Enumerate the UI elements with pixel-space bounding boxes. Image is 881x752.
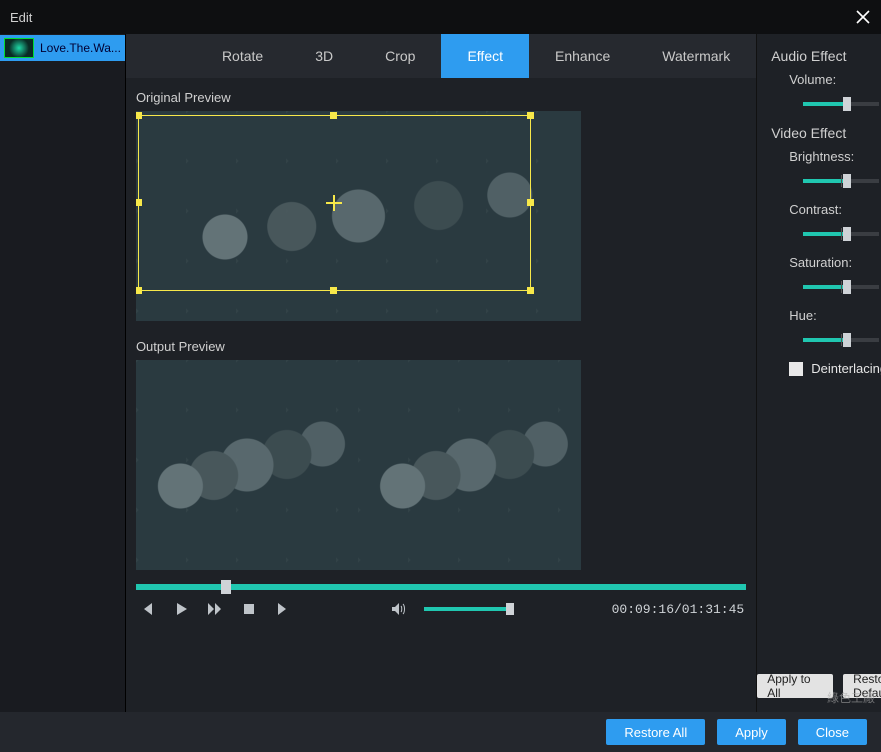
crop-handle[interactable] (330, 287, 337, 294)
contrast-label: Contrast: (789, 202, 881, 217)
apply-to-all-button[interactable]: Apply to All (757, 674, 833, 698)
saturation-label: Saturation: (789, 255, 881, 270)
crop-handle[interactable] (527, 199, 534, 206)
next-icon[interactable] (274, 600, 292, 618)
center-column: Rotate 3D Crop Effect Enhance Watermark … (126, 34, 756, 712)
effect-panel: Audio Effect Volume: 100% ▲▼ Video Effec… (756, 34, 881, 712)
brightness-slider[interactable] (803, 179, 879, 183)
prev-icon[interactable] (138, 600, 156, 618)
tab-effect[interactable]: Effect (441, 34, 529, 78)
file-thumbnail (4, 38, 34, 58)
volume-icon[interactable] (390, 600, 408, 618)
timeline[interactable] (136, 584, 746, 590)
slider-knob[interactable] (843, 333, 851, 347)
fast-forward-icon[interactable] (206, 600, 224, 618)
output-preview (136, 360, 581, 570)
deinterlacing-checkbox[interactable] (789, 362, 803, 376)
volume-knob[interactable] (506, 603, 514, 615)
window-title: Edit (10, 10, 32, 25)
tab-bar: Rotate 3D Crop Effect Enhance Watermark (126, 34, 756, 78)
main-area: Love.The.Wa... Rotate 3D Crop Effect Enh… (0, 34, 881, 712)
volume-label: Volume: (789, 72, 881, 87)
slider-knob[interactable] (843, 97, 851, 111)
slider-knob[interactable] (843, 174, 851, 188)
tab-rotate[interactable]: Rotate (196, 34, 289, 78)
crop-handle[interactable] (136, 287, 142, 294)
volume-slider[interactable] (424, 607, 514, 611)
crop-handle[interactable] (527, 112, 534, 119)
tab-watermark[interactable]: Watermark (636, 34, 756, 78)
tab-crop[interactable]: Crop (359, 34, 441, 78)
crop-center-icon (326, 195, 342, 211)
saturation-slider[interactable] (803, 285, 879, 289)
file-item[interactable]: Love.The.Wa... (0, 35, 125, 61)
restore-defaults-button[interactable]: Restore Defaults (843, 674, 881, 698)
original-preview[interactable] (136, 111, 581, 321)
close-icon[interactable] (855, 9, 871, 25)
crop-handle[interactable] (136, 112, 142, 119)
hue-label: Hue: (789, 308, 881, 323)
tab-enhance[interactable]: Enhance (529, 34, 636, 78)
title-bar: Edit (0, 0, 881, 34)
output-preview-label: Output Preview (136, 339, 746, 354)
slider-knob[interactable] (843, 280, 851, 294)
crop-handle[interactable] (330, 112, 337, 119)
deinterlacing-label: Deinterlacing (811, 361, 881, 376)
original-preview-label: Original Preview (136, 90, 746, 105)
crop-handle[interactable] (136, 199, 142, 206)
playback-controls: 00:09:16/01:31:45 (126, 590, 756, 618)
restore-all-button[interactable]: Restore All (606, 719, 705, 745)
tab-3d[interactable]: 3D (289, 34, 359, 78)
slider-knob[interactable] (843, 227, 851, 241)
apply-button[interactable]: Apply (717, 719, 786, 745)
bottom-bar: Restore All Apply Close (0, 712, 881, 752)
play-icon[interactable] (172, 600, 190, 618)
timeline-thumb[interactable] (221, 580, 231, 594)
file-name: Love.The.Wa... (40, 41, 121, 55)
time-display: 00:09:16/01:31:45 (612, 602, 745, 617)
close-button[interactable]: Close (798, 719, 867, 745)
contrast-slider[interactable] (803, 232, 879, 236)
crop-handle[interactable] (527, 287, 534, 294)
audio-effect-heading: Audio Effect (771, 48, 881, 64)
hue-slider[interactable] (803, 338, 879, 342)
stop-icon[interactable] (240, 600, 258, 618)
file-list: Love.The.Wa... (0, 34, 126, 712)
volume-effect-slider[interactable] (803, 102, 879, 106)
brightness-label: Brightness: (789, 149, 881, 164)
timeline-track[interactable] (136, 584, 746, 590)
preview-area: Original Preview Output Preview (126, 78, 756, 570)
video-effect-heading: Video Effect (771, 125, 881, 141)
crop-rectangle[interactable] (138, 115, 531, 291)
